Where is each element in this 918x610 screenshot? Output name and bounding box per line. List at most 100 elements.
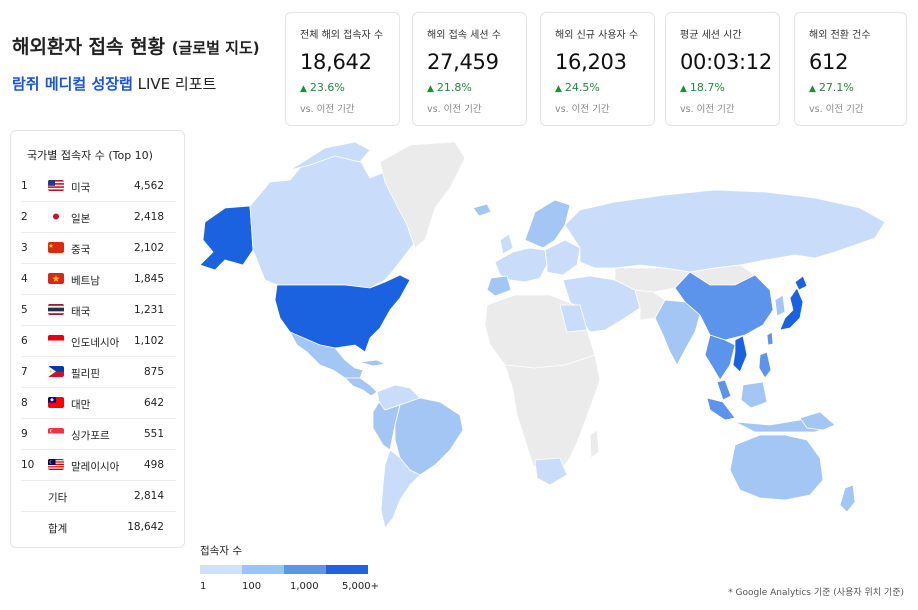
table-row: 5 태국 1,231	[21, 295, 176, 326]
kpi-value: 612	[809, 50, 849, 74]
legend-tick-1: 1	[200, 581, 207, 592]
table-row: 6 인도네시아 1,102	[21, 326, 176, 357]
map-region-taiwan[interactable]	[766, 331, 774, 346]
table-row: 3 중국 2,102	[21, 233, 176, 264]
map-region-vietnam[interactable]	[732, 335, 748, 373]
map-region-indochina[interactable]	[704, 334, 736, 381]
vn-flag-icon	[48, 273, 64, 284]
map-region-indonesia-borneo[interactable]	[740, 381, 768, 409]
row-country: 싱가포르	[71, 430, 110, 442]
us-flag-icon	[48, 180, 64, 191]
map-region-brazil[interactable]	[394, 397, 464, 476]
row-rank: 9	[21, 428, 28, 440]
tw-flag-icon	[48, 397, 64, 408]
kpi-label: 해외 전환 건수	[809, 30, 871, 41]
map-region-alaska[interactable]	[199, 205, 254, 271]
kpi-label: 평균 세션 시간	[680, 30, 742, 41]
kpi-change: ▲ 21.8%	[427, 81, 514, 94]
jp-flag-icon	[48, 211, 64, 222]
kpi-change-value: 21.8%	[436, 81, 472, 94]
row-value: 642	[143, 397, 164, 409]
map-region-madagascar[interactable]	[589, 429, 600, 459]
row-rank: 3	[21, 242, 28, 254]
row-other-label: 기타	[48, 492, 68, 504]
table-row-other: 기타 2,814	[21, 481, 176, 512]
kpi-card-sessions: 해외 접속 세션 수 27,459 ▲ 21.8% vs. 이전 기간	[412, 12, 527, 126]
row-value: 4,562	[133, 180, 164, 192]
kpi-value: 16,203	[555, 50, 627, 74]
table-row: 9 싱가포르 551	[21, 419, 176, 450]
row-rank: 4	[21, 273, 28, 285]
up-triangle-icon: ▲	[680, 84, 687, 94]
map-region-new-zealand[interactable]	[839, 484, 856, 513]
kpi-row: 전체 해외 접속자 수 18,642 ▲ 23.6% vs. 이전 기간 해외 접…	[285, 12, 907, 126]
row-value: 551	[143, 428, 164, 440]
kpi-value: 27,459	[427, 50, 499, 74]
world-map-svg	[199, 141, 886, 529]
map-region-iceland[interactable]	[472, 203, 492, 217]
up-triangle-icon: ▲	[809, 84, 816, 94]
kpi-label: 해외 신규 사용자 수	[555, 30, 639, 41]
row-value: 1,845	[133, 273, 164, 285]
legend-swatch-0	[200, 565, 242, 574]
row-total-value: 18,642	[127, 521, 164, 533]
my-flag-icon	[48, 459, 64, 470]
kpi-prev-label: vs. 이전 기간	[427, 104, 482, 115]
subtitle-rest: LIVE 리포트	[137, 75, 217, 93]
kpi-label: 해외 접속 세션 수	[427, 30, 501, 41]
row-rank: 7	[21, 366, 28, 378]
map-region-india[interactable]	[654, 299, 701, 366]
land-layer	[199, 141, 886, 529]
table-row: 1 미국 4,562	[21, 171, 176, 202]
map-region-philippines[interactable]	[758, 351, 772, 379]
row-rank: 8	[21, 397, 28, 409]
kpi-change: ▲ 27.1%	[809, 81, 894, 94]
kpi-card-new-users: 해외 신규 사용자 수 16,203 ▲ 24.5% vs. 이전 기간	[540, 12, 655, 126]
legend-tick-5000: 5,000+	[342, 581, 380, 592]
kpi-change: ▲ 18.7%	[680, 81, 767, 94]
row-value: 1,231	[133, 304, 164, 316]
id-flag-icon	[48, 335, 64, 346]
kpi-change: ▲ 23.6%	[300, 81, 387, 94]
row-country: 베트남	[71, 275, 100, 287]
map-region-malaysia[interactable]	[716, 379, 732, 401]
map-region-australia[interactable]	[729, 434, 824, 501]
row-value: 875	[143, 366, 164, 378]
row-country: 일본	[71, 213, 91, 225]
cn-flag-icon	[48, 242, 64, 253]
table-row-total: 합계 18,642	[21, 512, 176, 543]
row-rank: 10	[21, 459, 35, 471]
map-region-eastern-europe[interactable]	[544, 239, 581, 276]
up-triangle-icon: ▲	[300, 84, 307, 94]
row-rank: 5	[21, 304, 28, 316]
row-country: 필리핀	[71, 368, 100, 380]
page-title: 해외환자 접속 현황 (글로벌 지도)	[12, 32, 260, 59]
table-row: 7 필리핀 875	[21, 357, 176, 388]
kpi-card-total-visitors: 전체 해외 접속자 수 18,642 ▲ 23.6% vs. 이전 기간	[285, 12, 400, 126]
table-row: 10 말레이시아 498	[21, 450, 176, 481]
kpi-card-conversions: 해외 전환 건수 612 ▲ 27.1% vs. 이전 기간	[794, 12, 907, 126]
map-region-russia[interactable]	[564, 189, 886, 273]
up-triangle-icon: ▲	[427, 84, 434, 94]
row-rank: 1	[21, 180, 28, 192]
kpi-card-avg-session-time: 평균 세션 시간 00:03:12 ▲ 18.7% vs. 이전 기간	[665, 12, 780, 126]
subtitle-brand: 람쥐 메디컬 성장랩	[12, 75, 133, 93]
kpi-value: 00:03:12	[680, 50, 772, 74]
legend-swatch-2	[284, 565, 326, 574]
row-value: 1,102	[133, 335, 164, 347]
map-region-uk[interactable]	[499, 233, 514, 255]
panel-title: 국가별 접속자 수 (Top 10)	[27, 149, 153, 162]
map-region-cuba[interactable]	[359, 359, 387, 367]
footnote: * Google Analytics 기준 (사용자 위치 기준)	[728, 588, 904, 598]
map-region-central-america[interactable]	[344, 377, 378, 397]
map-region-iberia[interactable]	[486, 275, 512, 297]
map-region-korea[interactable]	[774, 294, 786, 317]
country-ranking-panel: 국가별 접속자 수 (Top 10) 1 미국 4,562 2 일본 2,418…	[10, 130, 185, 548]
world-map	[195, 140, 913, 535]
page-title-sub: (글로벌 지도)	[171, 39, 260, 57]
kpi-prev-label: vs. 이전 기간	[809, 104, 864, 115]
sg-flag-icon	[48, 428, 64, 439]
kpi-change-value: 24.5%	[564, 81, 600, 94]
map-region-indonesia-sumatra[interactable]	[706, 397, 736, 421]
row-country: 말레이시아	[71, 461, 120, 473]
